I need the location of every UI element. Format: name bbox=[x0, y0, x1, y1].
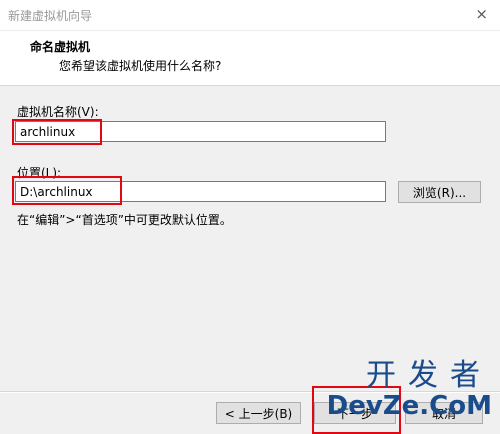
hint-text: 在“编辑”>“首选项”中可更改默认位置。 bbox=[17, 213, 232, 227]
vm-name-label: 虚拟机名称(V): bbox=[17, 105, 99, 119]
footer-divider-light bbox=[0, 392, 500, 393]
window-title: 新建虚拟机向导 bbox=[8, 9, 93, 23]
title-bar: 新建虚拟机向导 × bbox=[0, 0, 500, 31]
wizard-body: 虚拟机名称(V): 位置(L): 浏览(R)... 在“编辑”>“首选项”中可更… bbox=[0, 86, 500, 434]
cancel-button[interactable]: 取消 bbox=[405, 402, 483, 424]
page-title: 命名虚拟机 bbox=[30, 40, 91, 54]
wizard-header: 命名虚拟机 您希望该虚拟机使用什么名称? bbox=[0, 31, 500, 85]
close-icon[interactable]: × bbox=[475, 5, 488, 23]
next-button[interactable]: 下一步 bbox=[314, 402, 396, 424]
back-button[interactable]: < 上一步(B) bbox=[216, 402, 301, 424]
location-label: 位置(L): bbox=[17, 166, 62, 180]
page-subtitle: 您希望该虚拟机使用什么名称? bbox=[59, 59, 222, 73]
vm-name-input[interactable] bbox=[15, 121, 386, 142]
location-input[interactable] bbox=[15, 181, 386, 202]
browse-button[interactable]: 浏览(R)... bbox=[398, 181, 481, 203]
